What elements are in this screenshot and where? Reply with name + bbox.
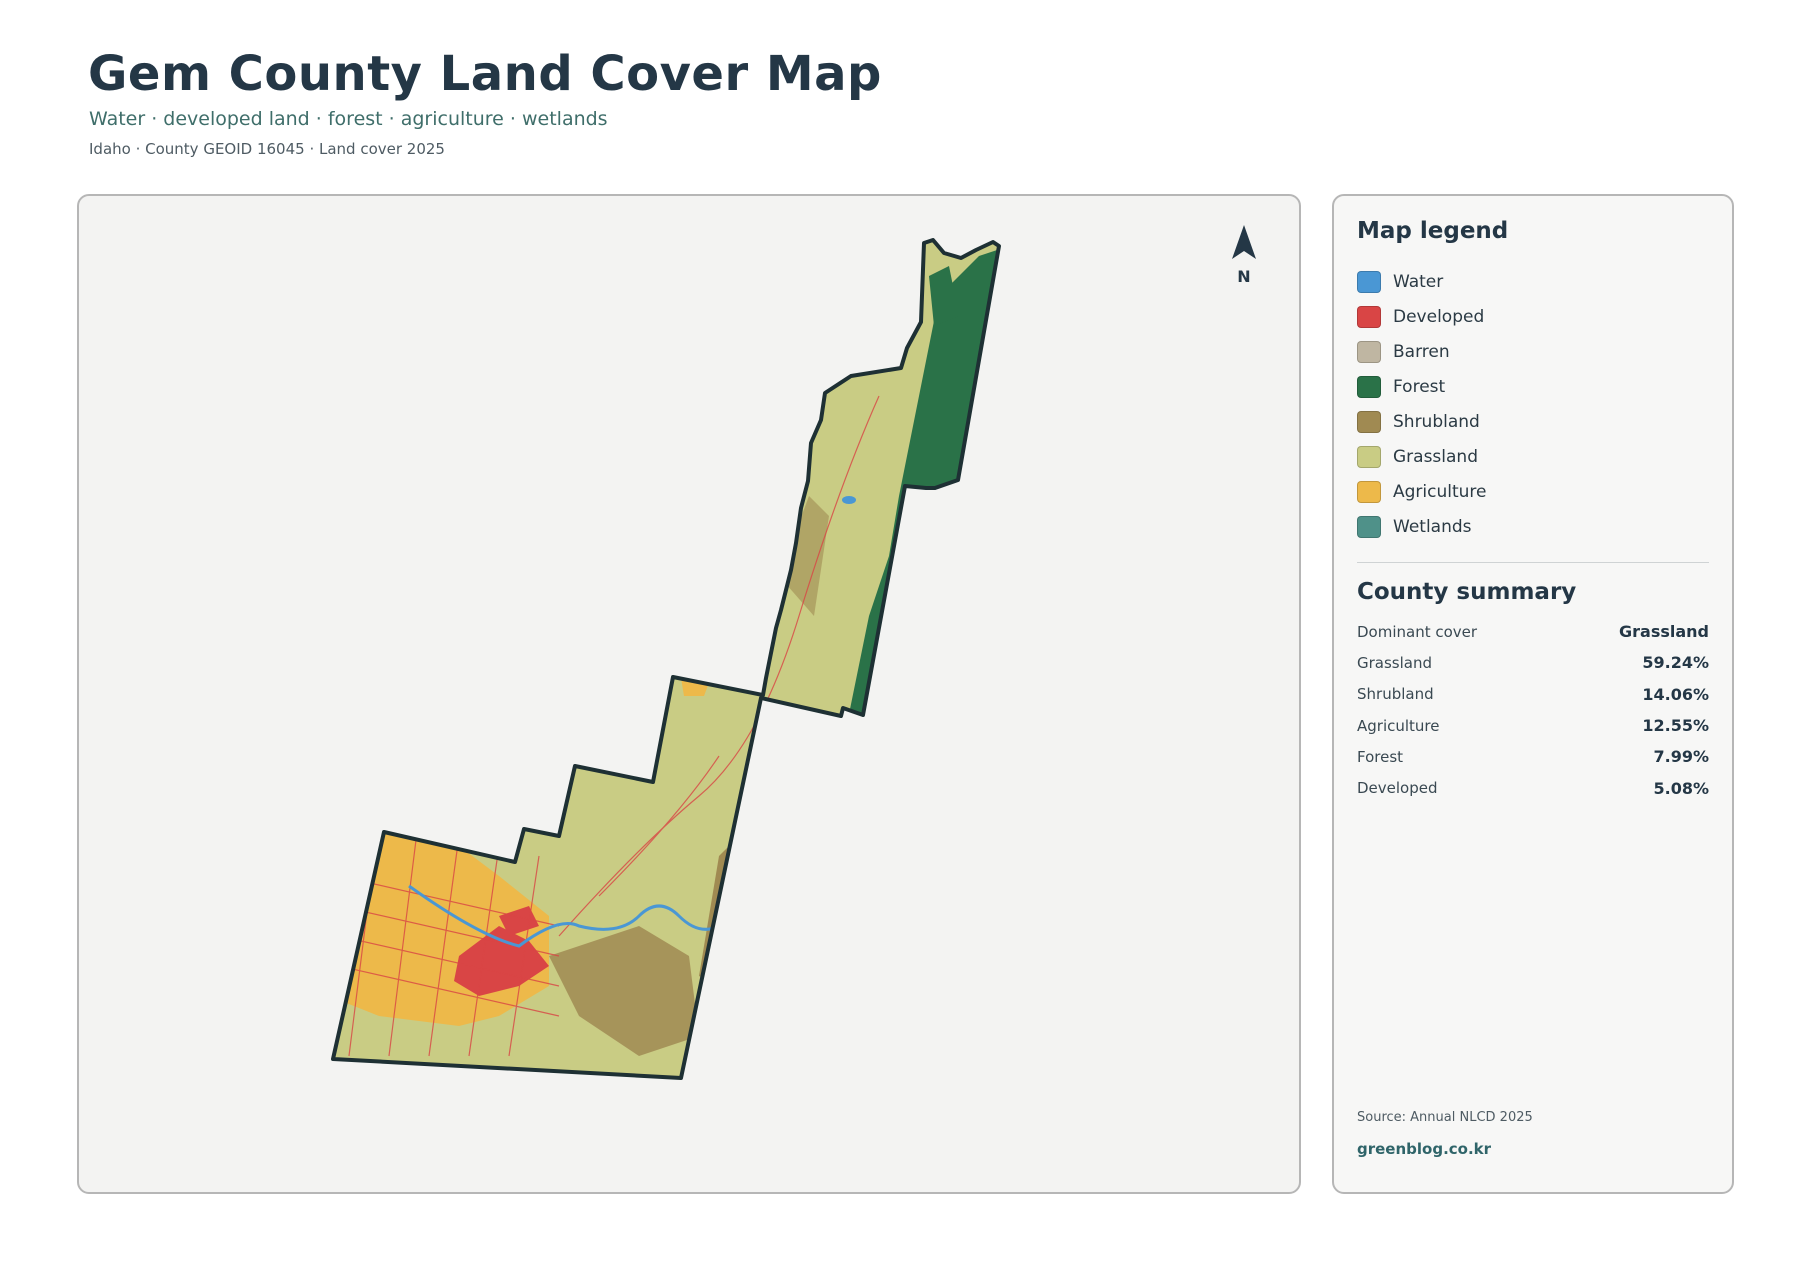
barren-swatch: [1357, 340, 1381, 363]
legend-label: Wetlands: [1393, 516, 1472, 537]
agriculture-patch: [479, 776, 529, 811]
map-panel[interactable]: [77, 194, 1301, 1194]
summary-label: Dominant cover: [1357, 622, 1478, 641]
summary-title: County summary: [1357, 579, 1577, 605]
legend-list: Water Developed Barren Forest Shrubland …: [1357, 264, 1487, 544]
summary-row-developed: Developed 5.08%: [1357, 772, 1709, 803]
legend-item-wetlands: Wetlands: [1357, 509, 1487, 544]
county-map[interactable]: [79, 196, 1301, 1194]
legend-item-agriculture: Agriculture: [1357, 474, 1487, 509]
panel-divider: [1357, 562, 1709, 563]
grassland-swatch: [1357, 445, 1381, 468]
water-swatch: [1357, 270, 1381, 293]
summary-label: Developed: [1357, 779, 1438, 798]
legend-item-water: Water: [1357, 264, 1487, 299]
summary-value: 14.06%: [1642, 684, 1709, 704]
legend-item-forest: Forest: [1357, 369, 1487, 404]
summary-label: Agriculture: [1357, 716, 1440, 735]
legend-label: Agriculture: [1393, 481, 1487, 502]
summary-label: Shrubland: [1357, 685, 1434, 704]
page-subtitle: Water · developed land · forest · agricu…: [89, 108, 608, 130]
legend-item-developed: Developed: [1357, 299, 1487, 334]
county-summary: Dominant cover Grassland Grassland 59.24…: [1357, 616, 1709, 804]
side-panel: Map legend Water Developed Barren Forest…: [1332, 194, 1734, 1194]
north-label: N: [1237, 267, 1251, 286]
shrubland-area: [579, 706, 619, 751]
stream: [508, 745, 517, 807]
summary-value: 12.55%: [1642, 716, 1709, 736]
forest-swatch: [1357, 375, 1381, 398]
legend-label: Barren: [1393, 341, 1450, 362]
summary-value: 59.24%: [1642, 653, 1709, 673]
legend-label: Grassland: [1393, 446, 1478, 467]
summary-row-forest: Forest 7.99%: [1357, 741, 1709, 772]
developed-swatch: [1357, 305, 1381, 328]
reservoir: [842, 496, 856, 504]
legend-label: Shrubland: [1393, 411, 1480, 432]
legend-label: Water: [1393, 271, 1444, 292]
agriculture-patch: [729, 856, 769, 916]
page-meta: Idaho · County GEOID 16045 · Land cover …: [89, 140, 445, 158]
summary-label: Grassland: [1357, 653, 1432, 672]
summary-value: 5.08%: [1653, 778, 1709, 798]
summary-row-agriculture: Agriculture 12.55%: [1357, 710, 1709, 741]
wetlands-swatch: [1357, 515, 1381, 538]
legend-title: Map legend: [1357, 218, 1509, 244]
legend-item-grassland: Grassland: [1357, 439, 1487, 474]
legend-item-barren: Barren: [1357, 334, 1487, 369]
summary-row-shrubland: Shrubland 14.06%: [1357, 679, 1709, 710]
site-link[interactable]: greenblog.co.kr: [1357, 1140, 1491, 1158]
legend-item-shrubland: Shrubland: [1357, 404, 1487, 439]
shrubland-swatch: [1357, 410, 1381, 433]
agriculture-swatch: [1357, 480, 1381, 503]
north-arrow-icon: [1232, 225, 1256, 259]
summary-row-dominant: Dominant cover Grassland: [1357, 616, 1709, 647]
north-arrow: N: [1228, 225, 1260, 286]
summary-label: Forest: [1357, 747, 1404, 766]
legend-label: Developed: [1393, 306, 1485, 327]
legend-label: Forest: [1393, 376, 1446, 397]
summary-value: 7.99%: [1653, 747, 1709, 767]
source-note: Source: Annual NLCD 2025: [1357, 1110, 1533, 1125]
page-title: Gem County Land Cover Map: [88, 46, 882, 102]
summary-row-grassland: Grassland 59.24%: [1357, 647, 1709, 678]
summary-value: Grassland: [1619, 622, 1709, 642]
